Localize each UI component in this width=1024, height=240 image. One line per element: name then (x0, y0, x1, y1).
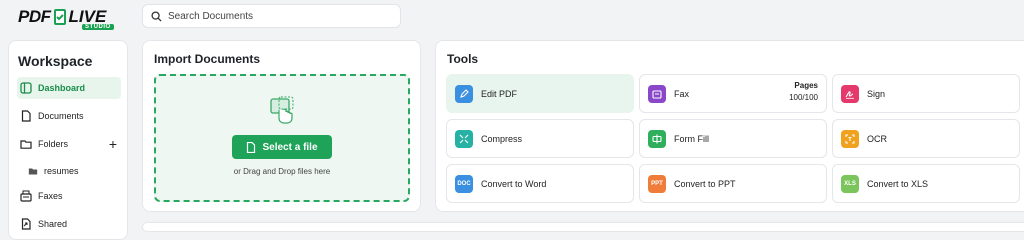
sidebar-item-label: Dashboard (38, 83, 86, 93)
logo-pdf-text: PDF (18, 7, 51, 26)
sidebar-item-folders[interactable]: Folders + (17, 133, 119, 155)
logo-mark-icon (53, 9, 66, 25)
word-icon: DOC (455, 174, 473, 193)
logo-studio-badge: STUDIO (82, 24, 114, 30)
document-icon (21, 110, 31, 122)
sidebar-title: Workspace (18, 53, 93, 69)
file-icon (247, 141, 256, 153)
tool-convert-to-ppt[interactable]: PPT Convert to PPT (639, 164, 827, 203)
sidebar-item-dashboard[interactable]: Dashboard (17, 77, 121, 99)
fax-pages-counter: Pages 100/100 (789, 80, 818, 104)
add-folder-button[interactable]: + (109, 136, 117, 152)
tool-form-fill[interactable]: Form Fill (639, 119, 827, 158)
ppt-icon: PPT (648, 174, 666, 193)
fax-icon (648, 84, 666, 103)
sidebar-item-label: Shared (38, 219, 68, 229)
sidebar-item-label: Documents (38, 111, 84, 121)
tool-convert-to-word[interactable]: DOC Convert to Word (446, 164, 634, 203)
xls-icon: XLS (841, 174, 859, 193)
search-icon (151, 10, 162, 22)
dropzone-hint: or Drag and Drop files here (233, 167, 331, 176)
tools-panel: Tools Edit PDF Fax Pages 100/100 Sign Co… (435, 40, 1024, 212)
tool-label: Sign (867, 88, 886, 99)
tool-label: Fax (674, 88, 690, 99)
next-panel-edge (142, 222, 1024, 232)
tool-label: Convert to PPT (674, 178, 736, 189)
workspace-sidebar: Workspace Dashboard Documents Folders + … (8, 40, 128, 240)
tool-convert-to-xls[interactable]: XLS Convert to XLS (832, 164, 1020, 203)
compress-icon (455, 129, 473, 148)
sidebar-item-resumes[interactable]: resumes (17, 161, 119, 181)
sidebar-item-label: Faxes (38, 191, 63, 201)
import-panel-title: Import Documents (154, 52, 261, 66)
form-fill-icon (648, 129, 666, 148)
sign-icon (841, 84, 859, 103)
select-file-label: Select a file (262, 141, 318, 153)
sidebar-item-label: Folders (38, 139, 69, 149)
sidebar-item-faxes[interactable]: Faxes (17, 185, 119, 207)
tool-sign[interactable]: Sign (832, 74, 1020, 113)
sidebar-item-label: resumes (44, 166, 79, 176)
edit-pdf-icon (455, 84, 473, 103)
tool-fax[interactable]: Fax Pages 100/100 (639, 74, 827, 113)
sidebar-item-documents[interactable]: Documents (17, 105, 119, 127)
tool-label: Convert to XLS (867, 178, 929, 189)
tools-panel-title: Tools (447, 52, 479, 66)
tool-edit-pdf[interactable]: Edit PDF (446, 74, 634, 113)
sidebar-item-shared[interactable]: Shared (17, 213, 119, 235)
pages-label: Pages (794, 81, 818, 90)
tool-label: Form Fill (674, 133, 709, 144)
ocr-icon (841, 129, 859, 148)
tool-label: Compress (481, 133, 523, 144)
search-input[interactable] (168, 10, 388, 22)
pages-value: 100/100 (789, 93, 818, 102)
import-documents-panel: Import Documents Select a file or Drag a… (142, 40, 421, 212)
folder-filled-icon (28, 168, 38, 175)
fax-icon (20, 190, 32, 202)
tool-compress[interactable]: Compress (446, 119, 634, 158)
tool-ocr[interactable]: OCR (832, 119, 1020, 158)
tool-label: OCR (867, 133, 887, 144)
shared-icon (21, 218, 31, 230)
tool-label: Edit PDF (481, 88, 518, 99)
folder-icon (20, 140, 32, 149)
select-file-button[interactable]: Select a file (232, 135, 332, 159)
tool-label: Convert to Word (481, 178, 547, 189)
file-dropzone[interactable]: Select a file or Drag and Drop files her… (154, 74, 410, 202)
upload-hand-icon (270, 96, 294, 124)
app-logo[interactable]: PDF LIVE STUDIO (18, 4, 114, 30)
dashboard-icon (20, 82, 32, 94)
search-bar[interactable] (142, 4, 401, 28)
